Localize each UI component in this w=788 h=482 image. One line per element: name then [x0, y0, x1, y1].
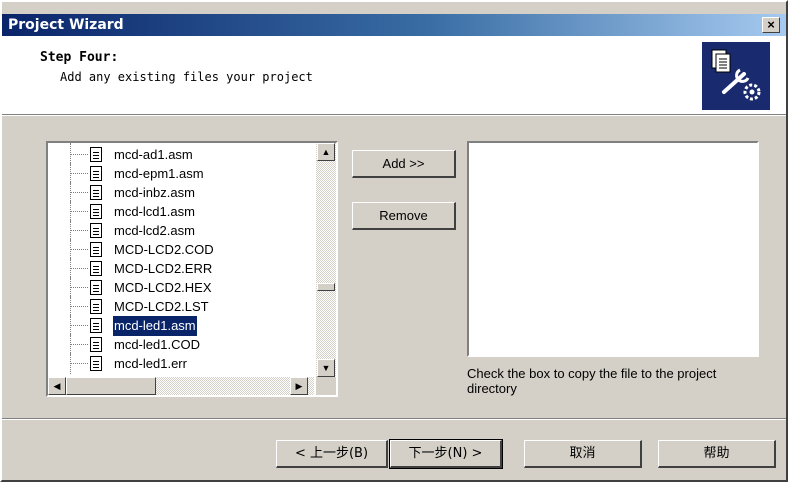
- horizontal-scroll-thumb[interactable]: [66, 377, 156, 395]
- file-tree-horizontal-scrollbar[interactable]: ◀ ▶: [48, 377, 314, 395]
- document-icon: [90, 223, 102, 238]
- next-button[interactable]: 下一步(N) >: [389, 439, 503, 469]
- window-title: Project Wizard: [8, 17, 124, 33]
- file-name-label: mcd-inbz.asm: [114, 185, 195, 200]
- file-tree-item[interactable]: mcd-led1.COD: [70, 333, 310, 355]
- file-name-label: mcd-ad1.asm: [114, 147, 193, 162]
- document-icon: [90, 242, 102, 257]
- document-icon: [90, 166, 102, 181]
- scroll-down-button[interactable]: ▼: [317, 359, 335, 377]
- header-divider: [2, 114, 786, 116]
- file-name-label: MCD-LCD2.ERR: [114, 261, 213, 276]
- copy-hint-text: Check the box to copy the file to the pr…: [467, 366, 717, 396]
- file-name-label: mcd-lcd2.asm: [114, 223, 195, 238]
- file-name-label: mcd-led1.err: [114, 356, 187, 371]
- tree-connector-branch: [70, 211, 88, 212]
- step-title: Step Four:: [40, 50, 119, 65]
- footer-divider: [2, 418, 786, 420]
- file-name-label: mcd-epm1.asm: [114, 166, 204, 181]
- add-button[interactable]: Add >>: [352, 150, 456, 178]
- document-icon: [90, 204, 102, 219]
- file-tree-item[interactable]: mcd-led1.err: [70, 352, 310, 374]
- document-icon: [90, 185, 102, 200]
- project-wizard-dialog: Project Wizard × Step Four: Add any exis…: [0, 0, 788, 482]
- scroll-right-button[interactable]: ▶: [290, 377, 308, 395]
- file-name-label: MCD-LCD2.LST: [114, 299, 209, 314]
- document-icon: [90, 318, 102, 333]
- help-button[interactable]: 帮助: [658, 440, 776, 468]
- file-tree-item[interactable]: mcd-lcd2.asm: [70, 219, 310, 241]
- file-name-label: mcd-lcd1.asm: [114, 204, 195, 219]
- tree-connector-branch: [70, 230, 88, 231]
- document-icon: [90, 280, 102, 295]
- tree-connector-branch: [70, 249, 88, 250]
- document-icon: [90, 299, 102, 314]
- file-tree-item[interactable]: MCD-LCD2.ERR: [70, 257, 310, 279]
- vertical-scroll-thumb[interactable]: [317, 283, 335, 291]
- back-button[interactable]: < 上一步(B): [276, 440, 388, 468]
- wizard-tools-icon: [702, 42, 770, 110]
- tree-connector-branch: [70, 287, 88, 288]
- scrollbar-corner: [316, 377, 336, 395]
- file-tree-item[interactable]: mcd-led1.asm: [70, 314, 310, 337]
- tree-connector-branch: [70, 325, 88, 326]
- tree-connector-branch: [70, 306, 88, 307]
- file-name-label: mcd-led1.asm: [112, 315, 198, 337]
- file-name-label: MCD-LCD2.HEX: [114, 280, 212, 295]
- document-icon: [90, 261, 102, 276]
- scroll-up-button[interactable]: ▲: [317, 143, 335, 161]
- tree-connector-branch: [70, 363, 88, 364]
- file-tree-item[interactable]: mcd-lcd1.asm: [70, 200, 310, 222]
- step-description: Add any existing files your project: [60, 70, 313, 84]
- file-tree-item[interactable]: MCD-LCD2.HEX: [70, 276, 310, 298]
- file-name-label: mcd-led1.COD: [114, 337, 200, 352]
- remove-button[interactable]: Remove: [352, 202, 456, 230]
- document-icon: [90, 147, 102, 162]
- wizard-header: Step Four: Add any existing files your p…: [2, 36, 786, 114]
- document-icon: [90, 337, 102, 352]
- file-tree-item[interactable]: mcd-ad1.asm: [70, 143, 310, 165]
- cancel-button[interactable]: 取消: [524, 440, 642, 468]
- file-tree-item[interactable]: MCD-LCD2.LST: [70, 295, 310, 317]
- tree-connector-branch: [70, 173, 88, 174]
- document-icon: [90, 356, 102, 371]
- tree-connector-branch: [70, 154, 88, 155]
- selected-files-list[interactable]: [467, 141, 759, 357]
- tree-connector-branch: [70, 344, 88, 345]
- available-files-tree[interactable]: mcd-ad1.asm mcd-epm1.asm mcd-inbz.asm mcd-l…: [46, 141, 338, 397]
- close-button[interactable]: ×: [762, 17, 780, 33]
- file-tree-item[interactable]: mcd-inbz.asm: [70, 181, 310, 203]
- tree-connector-branch: [70, 192, 88, 193]
- file-tree-item[interactable]: MCD-LCD2.COD: [70, 238, 310, 260]
- tree-connector-branch: [70, 268, 88, 269]
- title-bar[interactable]: Project Wizard ×: [2, 14, 786, 36]
- file-name-label: MCD-LCD2.COD: [114, 242, 214, 257]
- scroll-left-button[interactable]: ◀: [48, 377, 66, 395]
- file-tree-item[interactable]: mcd-epm1.asm: [70, 162, 310, 184]
- file-tree-vertical-scrollbar[interactable]: ▲ ▼: [316, 143, 336, 377]
- file-tree-list[interactable]: mcd-ad1.asm mcd-epm1.asm mcd-inbz.asm mcd-l…: [48, 143, 314, 377]
